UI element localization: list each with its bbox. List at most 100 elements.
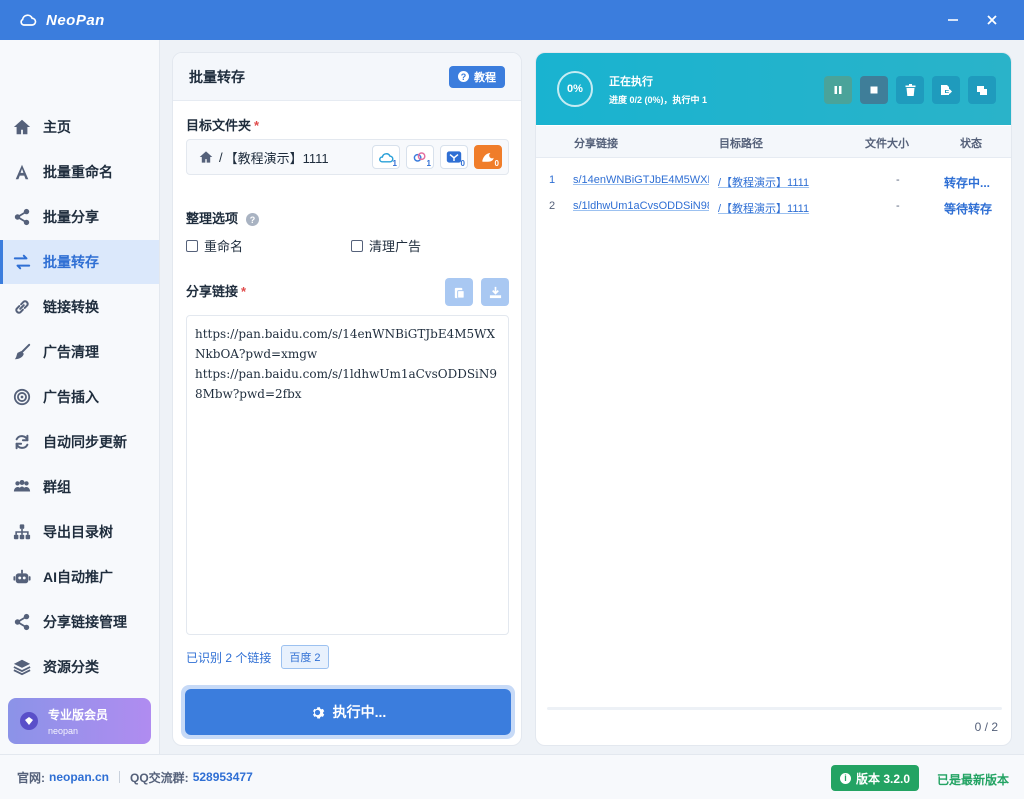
share-links-textarea[interactable]: https://pan.baidu.com/s/14enWNBiGTJbE4M5… [186,315,509,635]
tutorial-label: 教程 [474,71,496,84]
share-link-label: 分享链接 [186,284,239,299]
row-link[interactable]: s/1ldhwUm1aCvsODDSiN98Mbw [573,200,709,212]
status-detail: 进度 0/2 (0%)，执行中 1 [609,94,708,105]
sidebar-item-label: 群组 [43,479,71,495]
tutorial-button[interactable]: ? 教程 [449,65,505,88]
export-button[interactable] [932,76,960,104]
paste-button[interactable] [445,278,473,306]
panel-title: 批量转存 [189,68,245,85]
folder-sep: / [219,149,223,165]
sidebar-item-batch-transfer[interactable]: 批量转存 [0,240,159,284]
sidebar-item-batch-share[interactable]: 批量分享 [0,195,159,239]
sidebar-item-label: 资源分类 [43,659,99,675]
sync-icon [11,433,33,451]
rename-label: 重命名 [204,239,244,254]
row-index: 1 [549,174,556,186]
row-status: 转存中... [944,176,991,190]
divider [119,771,121,783]
progress-header: 0% 正在执行 进度 0/2 (0%)，执行中 1 [536,53,1011,125]
diamond-icon [20,712,38,730]
font-icon [11,163,33,181]
copy-button[interactable] [968,76,996,104]
stop-icon [870,86,878,94]
row-status: 等待转存 [944,202,993,216]
checkbox-box[interactable] [351,239,363,252]
checkbox-box[interactable] [186,239,198,252]
site-link[interactable]: neopan.cn [49,770,109,784]
member-card[interactable]: 专业版会员 neopan [8,698,151,744]
sidebar-item-groups[interactable]: 群组 [0,465,159,509]
aliyun-cloud-button[interactable]: 1 [406,145,434,169]
pause-button[interactable] [824,76,852,104]
options-label: 整理选项 [186,211,239,226]
question-icon: ? [458,71,469,82]
sidebar-item-ad-insert[interactable]: 广告插入 [0,375,159,419]
copy-icon [977,86,987,95]
target-folder-field[interactable]: / 【教程演示】1111 1 1 0 0 [186,139,509,175]
qq-label: QQ交流群: [130,770,189,785]
col-share-link: 分享链接 [574,138,618,150]
link-icon [11,298,33,316]
transfer-icon [11,253,33,271]
baidu-cloud-button[interactable]: 1 [372,145,400,169]
sidebar: 主页 批量重命名 批量分享 批量转存 链接转换 广告清理 广告插入 自动同步更新… [0,40,160,754]
trash-icon [905,84,915,96]
broom-icon [11,343,33,361]
info-icon: i [840,772,851,784]
cloud-logo-icon [20,14,37,26]
table-row[interactable]: 2 s/1ldhwUm1aCvsODDSiN98Mbw /【教程演示】1111 … [536,194,1011,220]
required-mark: * [254,118,260,133]
import-button[interactable] [481,278,509,306]
stop-button[interactable] [860,76,888,104]
baidu-count: 1 [392,159,397,168]
sidebar-item-resource-category[interactable]: 资源分类 [0,645,159,689]
cloud-selector: 1 1 0 0 [372,145,502,169]
execute-label: 执行中... [332,704,387,720]
sidebar-item-ai-promo[interactable]: AI自动推广 [0,555,159,599]
uc-cloud-button[interactable]: 0 [474,145,502,169]
row-path[interactable]: /【教程演示】1111 [718,174,818,190]
row-link[interactable]: s/14enWNBiGTJbE4M5WXNkbOA [573,174,709,186]
target-folder-label: 目标文件夹 [186,118,252,133]
sidebar-item-share-manage[interactable]: 分享链接管理 [0,600,159,644]
close-button[interactable] [981,10,1003,30]
quark-cloud-button[interactable]: 0 [440,145,468,169]
title-bar: NeoPan [0,0,1024,40]
col-target-path: 目标路径 [719,138,763,150]
batch-transfer-panel: 批量转存 ? 教程 目标文件夹 * / 【教程演示】1111 1 1 0 0 整… [172,52,522,746]
rename-checkbox[interactable]: 重命名 [186,236,243,255]
col-file-size: 文件大小 [865,138,909,150]
sidebar-item-batch-rename[interactable]: 批量重命名 [0,150,159,194]
qq-group[interactable]: 528953477 [193,770,253,784]
sidebar-item-label: 链接转换 [43,299,99,315]
latest-status: 已是最新版本 [937,773,1010,787]
sidebar-item-home[interactable]: 主页 [0,105,159,149]
row-index: 2 [549,200,556,212]
sidebar-item-label: AI自动推广 [43,569,113,585]
sitemap-icon [11,523,33,541]
table-row[interactable]: 1 s/14enWNBiGTJbE4M5WXNkbOA /【教程演示】1111 … [536,168,1011,194]
version-badge[interactable]: i 版本 3.2.0 [831,765,920,791]
home-icon [11,118,33,136]
row-path[interactable]: /【教程演示】1111 [718,200,818,216]
execute-button[interactable]: 执行中... [185,689,511,735]
sidebar-item-label: 广告清理 [43,344,99,360]
baidu-count-badge: 百度 2 [281,645,329,669]
delete-button[interactable] [896,76,924,104]
sidebar-item-export-tree[interactable]: 导出目录树 [0,510,159,554]
layers-icon [11,658,33,676]
share-link-heading: 分享链接 * [186,281,246,300]
target-folder-heading: 目标文件夹 * [186,115,259,134]
uc-count: 0 [494,159,499,168]
sidebar-item-auto-sync[interactable]: 自动同步更新 [0,420,159,464]
required-mark: * [241,284,247,299]
clean-ads-checkbox[interactable]: 清理广告 [351,236,421,255]
minimize-button[interactable] [942,10,964,30]
help-icon[interactable]: ? [246,213,260,227]
sidebar-item-link-convert[interactable]: 链接转换 [0,285,159,329]
target-icon [11,388,33,406]
options-heading: 整理选项? [186,208,260,227]
member-title: 专业版会员 [48,708,109,722]
recognized-summary: 已识别 2 个链接 百度 2 [186,645,329,669]
sidebar-item-ad-clean[interactable]: 广告清理 [0,330,159,374]
